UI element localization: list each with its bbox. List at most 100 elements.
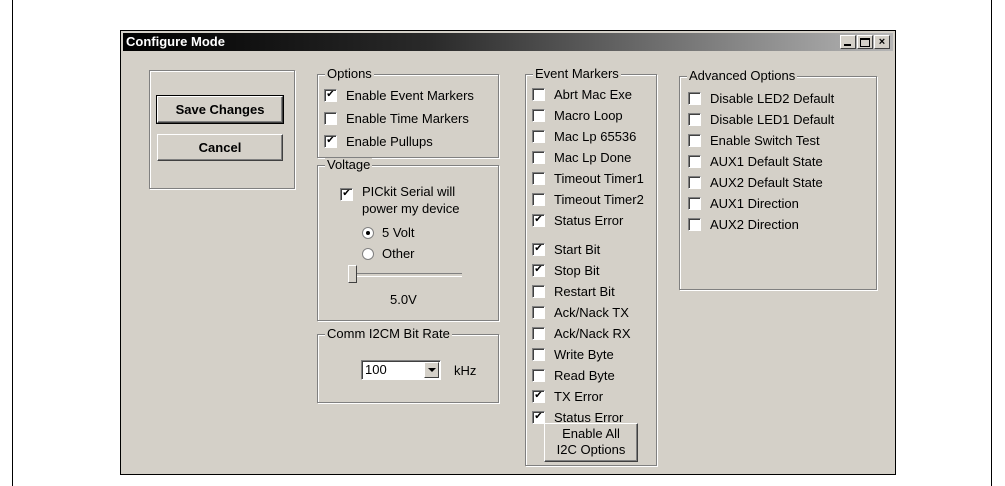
checkbox-box[interactable] bbox=[340, 188, 353, 201]
event-marker-checkbox[interactable]: Mac Lp Done bbox=[532, 150, 631, 165]
checkbox-label: Stop Bit bbox=[554, 263, 600, 278]
advanced-option-checkbox[interactable]: Enable Switch Test bbox=[688, 133, 820, 148]
event-marker-checkbox[interactable]: Stop Bit bbox=[532, 263, 600, 278]
checkbox-box[interactable] bbox=[688, 155, 701, 168]
configure-mode-window: Configure Mode × Save Changes Cancel Opt… bbox=[120, 30, 896, 475]
checkbox-label: AUX2 Default State bbox=[710, 175, 823, 190]
voltage-value: 5.0V bbox=[390, 292, 417, 307]
voltage-group-title: Voltage bbox=[325, 157, 373, 172]
title-bar: Configure Mode × bbox=[123, 33, 893, 51]
options-group-title: Options bbox=[325, 66, 374, 81]
advanced-option-checkbox[interactable]: AUX2 Direction bbox=[688, 217, 799, 232]
power-device-checkbox[interactable]: PICkit Serial will power my device bbox=[340, 183, 460, 217]
voltage-group: Voltage PICkit Serial will power my devi… bbox=[317, 158, 499, 321]
enable-pullups-checkbox[interactable]: Enable Pullups bbox=[324, 134, 433, 149]
checkbox-label: AUX1 Default State bbox=[710, 154, 823, 169]
power-device-label-line2: power my device bbox=[362, 201, 460, 216]
event-marker-checkbox[interactable]: Abrt Mac Exe bbox=[532, 87, 632, 102]
cancel-button[interactable]: Cancel bbox=[157, 134, 283, 161]
checkbox-box[interactable] bbox=[532, 348, 545, 361]
power-device-label: PICkit Serial will power my device bbox=[362, 183, 460, 217]
advanced-option-checkbox[interactable]: Disable LED1 Default bbox=[688, 112, 834, 127]
event-marker-checkbox[interactable]: Ack/Nack RX bbox=[532, 326, 631, 341]
event-marker-checkbox[interactable]: Start Bit bbox=[532, 242, 600, 257]
checkbox-box[interactable] bbox=[688, 197, 701, 210]
enable-all-line2: I2C Options bbox=[556, 442, 626, 457]
checkbox-box[interactable] bbox=[532, 88, 545, 101]
event-marker-checkbox[interactable]: Status Error bbox=[532, 213, 623, 228]
event-marker-checkbox[interactable]: Timeout Timer2 bbox=[532, 192, 644, 207]
maximize-button[interactable] bbox=[857, 35, 873, 49]
checkbox-box[interactable] bbox=[532, 243, 545, 256]
chevron-down-icon[interactable] bbox=[424, 362, 439, 378]
checkbox-box[interactable] bbox=[532, 327, 545, 340]
radio-label: 5 Volt bbox=[382, 225, 415, 240]
checkbox-label: Abrt Mac Exe bbox=[554, 87, 633, 102]
checkbox-box[interactable] bbox=[532, 264, 545, 277]
advanced-option-checkbox[interactable]: AUX2 Default State bbox=[688, 175, 823, 190]
enable-all-line1: Enable All bbox=[562, 426, 620, 441]
checkbox-label: Mac Lp Done bbox=[554, 150, 632, 165]
checkbox-box[interactable] bbox=[532, 109, 545, 122]
event-marker-checkbox[interactable]: Mac Lp 65536 bbox=[532, 129, 636, 144]
checkbox-box[interactable] bbox=[532, 306, 545, 319]
enable-time-markers-checkbox[interactable]: Enable Time Markers bbox=[324, 111, 469, 126]
checkbox-box[interactable] bbox=[532, 214, 545, 227]
window-title: Configure Mode bbox=[126, 34, 225, 49]
checkbox-box[interactable] bbox=[324, 89, 337, 102]
advanced-option-checkbox[interactable]: AUX1 Direction bbox=[688, 196, 799, 211]
bitrate-group-title: Comm I2CM Bit Rate bbox=[325, 326, 452, 341]
radio-dot[interactable] bbox=[362, 226, 374, 239]
checkbox-box[interactable] bbox=[532, 130, 545, 143]
event-markers-group-title: Event Markers bbox=[533, 66, 621, 81]
checkbox-label: TX Error bbox=[554, 389, 604, 404]
checkbox-label: Write Byte bbox=[554, 347, 614, 362]
checkbox-box[interactable] bbox=[324, 135, 337, 148]
event-markers-group: Event Markers Abrt Mac Exe Macro Loop Mac … bbox=[525, 67, 657, 466]
actions-panel: Save Changes Cancel bbox=[149, 70, 295, 189]
event-marker-checkbox[interactable]: Ack/Nack TX bbox=[532, 305, 629, 320]
checkbox-label: Restart Bit bbox=[554, 284, 615, 299]
checkbox-box[interactable] bbox=[532, 369, 545, 382]
advanced-option-checkbox[interactable]: Disable LED2 Default bbox=[688, 91, 834, 106]
event-marker-checkbox[interactable]: Read Byte bbox=[532, 368, 615, 383]
checkbox-box[interactable] bbox=[688, 218, 701, 231]
other-volt-radio[interactable]: Other bbox=[362, 246, 415, 261]
event-marker-checkbox[interactable]: TX Error bbox=[532, 389, 603, 404]
radio-label: Other bbox=[382, 246, 415, 261]
voltage-slider-track[interactable] bbox=[348, 273, 462, 277]
event-marker-checkbox[interactable]: Restart Bit bbox=[532, 284, 615, 299]
checkbox-label: Enable Switch Test bbox=[710, 133, 820, 148]
advanced-option-checkbox[interactable]: AUX1 Default State bbox=[688, 154, 823, 169]
minimize-button[interactable] bbox=[840, 35, 856, 49]
checkbox-box[interactable] bbox=[532, 390, 545, 403]
power-device-label-line1: PICkit Serial will bbox=[362, 184, 456, 199]
checkbox-box[interactable] bbox=[324, 112, 337, 125]
event-marker-checkbox[interactable]: Macro Loop bbox=[532, 108, 623, 123]
checkbox-label: Status Error bbox=[554, 213, 624, 228]
enable-event-markers-checkbox[interactable]: Enable Event Markers bbox=[324, 88, 474, 103]
event-marker-checkbox[interactable]: Timeout Timer1 bbox=[532, 171, 644, 186]
checkbox-box[interactable] bbox=[688, 176, 701, 189]
event-marker-checkbox[interactable]: Write Byte bbox=[532, 347, 614, 362]
checkbox-label: AUX2 Direction bbox=[710, 217, 799, 232]
checkbox-box[interactable] bbox=[688, 113, 701, 126]
checkbox-box[interactable] bbox=[532, 193, 545, 206]
save-changes-button[interactable]: Save Changes bbox=[156, 95, 284, 124]
enable-all-i2c-options-button[interactable]: Enable All I2C Options bbox=[544, 423, 638, 462]
radio-dot[interactable] bbox=[362, 247, 374, 260]
five-volt-radio[interactable]: 5 Volt bbox=[362, 225, 415, 240]
checkbox-label: Enable Event Markers bbox=[346, 88, 474, 103]
checkbox-box[interactable] bbox=[532, 285, 545, 298]
checkbox-box[interactable] bbox=[688, 134, 701, 147]
checkbox-label: Ack/Nack TX bbox=[554, 305, 629, 320]
bitrate-value: 100 bbox=[365, 362, 387, 377]
close-button[interactable]: × bbox=[874, 35, 890, 49]
bitrate-select[interactable]: 100 bbox=[361, 360, 441, 380]
checkbox-box[interactable] bbox=[532, 151, 545, 164]
checkbox-box[interactable] bbox=[532, 172, 545, 185]
advanced-options-group: Advanced Options Disable LED2 Default Dis… bbox=[679, 69, 877, 290]
checkbox-label: Timeout Timer1 bbox=[554, 171, 644, 186]
voltage-slider-thumb[interactable] bbox=[348, 265, 357, 283]
checkbox-box[interactable] bbox=[688, 92, 701, 105]
